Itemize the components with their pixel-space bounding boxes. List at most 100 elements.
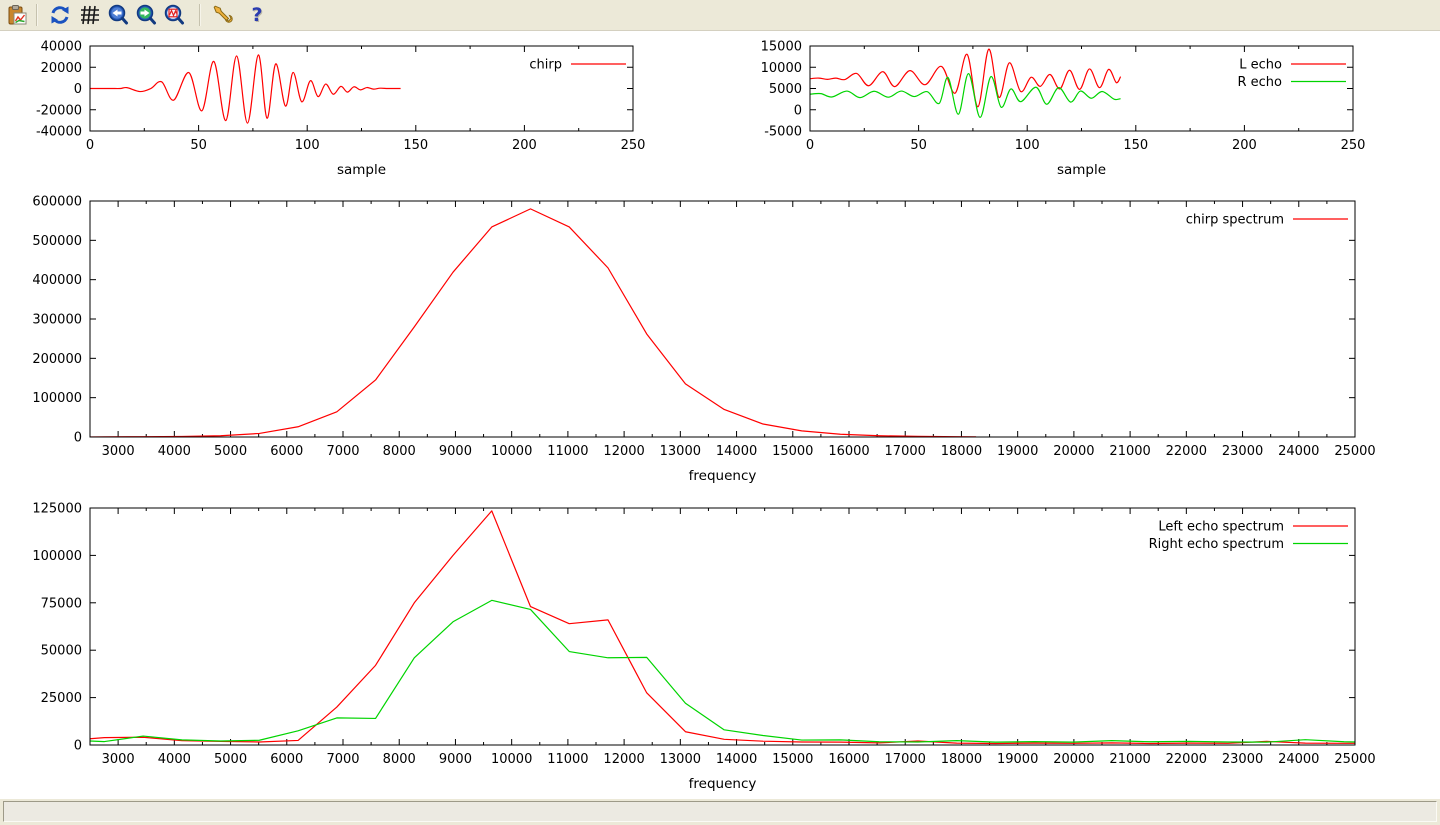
x-tick-label: 15000 — [772, 752, 813, 767]
x-tick-label: 10000 — [491, 444, 532, 459]
y-tick-label: 100000 — [32, 549, 82, 564]
x-tick-label: 19000 — [997, 752, 1038, 767]
replot-button[interactable] — [47, 2, 73, 28]
x-tick-label: 21000 — [1109, 752, 1150, 767]
x-tick-label: 8000 — [383, 444, 416, 459]
y-tick-label: 25000 — [41, 691, 82, 706]
x-tick-label: 11000 — [547, 444, 588, 459]
x-tick-label: 250 — [621, 138, 646, 153]
x-tick-label: 22000 — [1166, 752, 1207, 767]
y-tick-label: 300000 — [32, 313, 82, 328]
x-tick-label: 7000 — [326, 752, 359, 767]
x-tick-label: 50 — [910, 138, 927, 153]
x-tick-label: 21000 — [1109, 444, 1150, 459]
x-tick-label: 9000 — [439, 752, 472, 767]
zoom-previous-button[interactable] — [105, 2, 131, 28]
y-tick-label: 500000 — [32, 234, 82, 249]
x-tick-label: 13000 — [660, 444, 701, 459]
y-tick-label: 0 — [74, 739, 82, 754]
x-tick-label: 24000 — [1278, 752, 1319, 767]
toolbar-separator — [36, 4, 37, 26]
x-tick-label: 6000 — [270, 444, 303, 459]
x-tick-label: 18000 — [941, 444, 982, 459]
y-tick-label: 200000 — [32, 352, 82, 367]
x-tick-label: 5000 — [214, 444, 247, 459]
y-tick-label: -40000 — [36, 125, 82, 140]
x-tick-label: 4000 — [158, 444, 191, 459]
toolbar-separator — [199, 4, 200, 26]
magnifier-right-arrow-icon — [135, 4, 157, 26]
y-tick-label: 10000 — [761, 61, 802, 76]
y-tick-label: 50000 — [41, 644, 82, 659]
y-tick-label: 75000 — [41, 596, 82, 611]
x-tick-label: 23000 — [1222, 444, 1263, 459]
x-tick-label: 20000 — [1053, 752, 1094, 767]
x-tick-label: 0 — [86, 138, 94, 153]
x-axis-label: sample — [337, 162, 386, 178]
y-tick-label: 125000 — [32, 502, 82, 517]
x-tick-label: 19000 — [997, 444, 1038, 459]
x-axis-label: sample — [1057, 162, 1106, 178]
x-tick-label: 3000 — [102, 444, 135, 459]
x-tick-label: 9000 — [439, 444, 472, 459]
x-tick-label: 8000 — [383, 752, 416, 767]
x-tick-label: 25000 — [1334, 444, 1375, 459]
question-mark-icon: ? — [251, 4, 262, 26]
plot-area-echo-waveform[interactable] — [810, 46, 1353, 131]
x-tick-label: 23000 — [1222, 752, 1263, 767]
toggle-grid-icon — [79, 4, 101, 26]
y-tick-label: 20000 — [41, 61, 82, 76]
x-tick-label: 200 — [512, 138, 537, 153]
toolbar: ? — [0, 0, 1440, 31]
y-tick-label: 0 — [794, 103, 802, 118]
wrench-icon — [212, 4, 234, 26]
plot-canvas: 050100150200250-40000-2000002000040000sa… — [0, 31, 1440, 799]
x-tick-label: 50 — [190, 138, 207, 153]
y-tick-label: 600000 — [32, 195, 82, 210]
x-tick-label: 22000 — [1166, 444, 1207, 459]
x-tick-label: 14000 — [716, 444, 757, 459]
x-tick-label: 150 — [1123, 138, 1148, 153]
plot-area-chirp-waveform[interactable] — [90, 46, 633, 131]
y-tick-label: 5000 — [769, 82, 802, 97]
x-tick-label: 20000 — [1053, 444, 1094, 459]
autoscale-button[interactable] — [161, 2, 187, 28]
y-tick-label: 0 — [74, 82, 82, 97]
plot-area-echo-spectrum[interactable] — [90, 508, 1355, 745]
x-tick-label: 12000 — [603, 752, 644, 767]
y-tick-label: 100000 — [32, 391, 82, 406]
x-tick-label: 24000 — [1278, 444, 1319, 459]
y-tick-label: 0 — [74, 431, 82, 446]
y-tick-label: 400000 — [32, 273, 82, 288]
y-tick-label: 40000 — [41, 40, 82, 55]
status-bar — [3, 801, 1437, 822]
y-tick-label: 15000 — [761, 40, 802, 55]
x-tick-label: 15000 — [772, 444, 813, 459]
x-tick-label: 17000 — [885, 752, 926, 767]
x-tick-label: 25000 — [1334, 752, 1375, 767]
x-tick-label: 0 — [806, 138, 814, 153]
x-tick-label: 7000 — [326, 444, 359, 459]
configure-button[interactable] — [210, 2, 236, 28]
x-tick-label: 13000 — [660, 752, 701, 767]
x-axis-label: frequency — [689, 776, 757, 792]
zoom-next-button[interactable] — [133, 2, 159, 28]
help-button[interactable]: ? — [244, 2, 270, 28]
x-tick-label: 4000 — [158, 752, 191, 767]
x-tick-label: 18000 — [941, 752, 982, 767]
toggle-grid-button[interactable] — [77, 2, 103, 28]
x-tick-label: 200 — [1232, 138, 1257, 153]
x-tick-label: 12000 — [603, 444, 644, 459]
copy-plot-to-clipboard-icon — [6, 4, 28, 26]
x-tick-label: 150 — [403, 138, 428, 153]
x-tick-label: 16000 — [828, 444, 869, 459]
x-tick-label: 5000 — [214, 752, 247, 767]
x-tick-label: 250 — [1341, 138, 1366, 153]
copy-to-clipboard-button[interactable] — [4, 2, 30, 28]
magnifier-plot-icon — [163, 4, 185, 26]
x-tick-label: 17000 — [885, 444, 926, 459]
x-tick-label: 10000 — [491, 752, 532, 767]
x-tick-label: 14000 — [716, 752, 757, 767]
x-tick-label: 16000 — [828, 752, 869, 767]
plot-area-chirp-spectrum[interactable] — [90, 201, 1355, 437]
